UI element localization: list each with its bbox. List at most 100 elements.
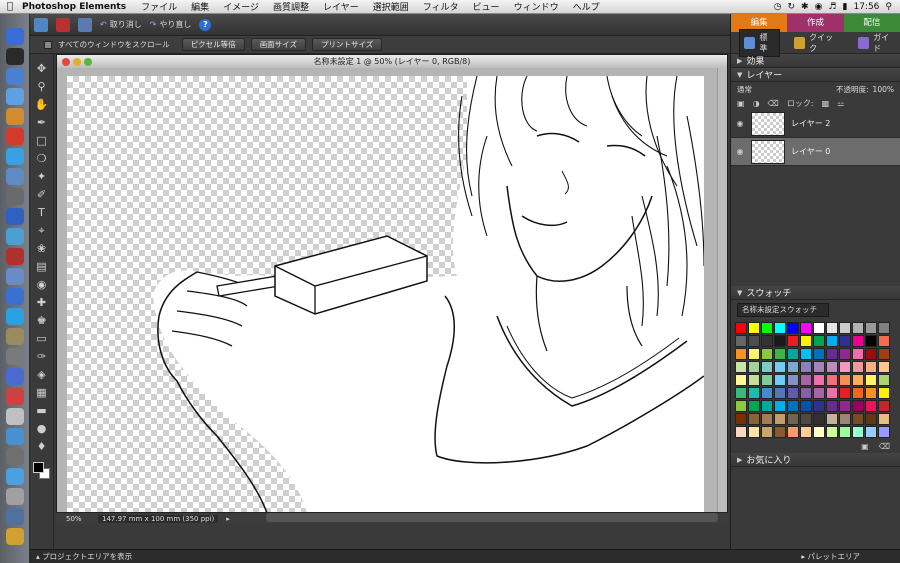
color-swatch[interactable] [787, 400, 799, 412]
color-swatch[interactable] [813, 348, 825, 360]
color-swatch[interactable] [852, 413, 864, 425]
color-swatch[interactable] [878, 426, 890, 438]
color-swatch[interactable] [852, 400, 864, 412]
color-swatch[interactable] [852, 361, 864, 373]
effects-panel-header[interactable]: ▶ 効果 [731, 54, 900, 68]
actual-pixels-button[interactable]: ピクセル等倍 [181, 38, 245, 51]
layer-row[interactable]: ◉ レイヤー 2 [731, 110, 900, 138]
color-swatch[interactable] [852, 322, 864, 334]
dock-app-icon[interactable] [5, 428, 24, 445]
bluetooth-icon[interactable]: ✱ [801, 2, 809, 12]
color-swatch[interactable] [761, 400, 773, 412]
color-swatch[interactable] [748, 348, 760, 360]
color-swatch[interactable] [839, 374, 851, 386]
color-swatch[interactable] [748, 400, 760, 412]
swatches-panel-header[interactable]: ▼ スウォッチ [731, 286, 900, 300]
color-swatch[interactable] [774, 374, 786, 386]
dock-app-icon[interactable] [5, 88, 24, 105]
color-swatch[interactable] [774, 348, 786, 360]
lasso-tool-icon[interactable]: ❍ [35, 152, 49, 166]
color-swatch[interactable] [826, 413, 838, 425]
vertical-scrollbar[interactable] [717, 68, 727, 515]
color-swatch[interactable] [735, 426, 747, 438]
marquee-tool-icon[interactable]: □ [35, 134, 49, 148]
organizer-icon[interactable] [34, 17, 48, 32]
info-menu-arrow-icon[interactable]: ▸ [226, 515, 230, 523]
save-icon[interactable] [78, 17, 92, 32]
color-swatch[interactable] [826, 322, 838, 334]
color-swatch[interactable] [865, 322, 877, 334]
lock-transparency-icon[interactable]: ▩ [822, 99, 830, 108]
color-swatch[interactable] [761, 322, 773, 334]
brush-tool-icon[interactable]: ✑ [35, 350, 49, 364]
menu-enhance[interactable]: 画質調整 [266, 0, 316, 13]
color-swatch[interactable] [761, 374, 773, 386]
color-swatch[interactable] [839, 387, 851, 399]
color-swatch[interactable] [735, 361, 747, 373]
color-swatch[interactable] [774, 400, 786, 412]
image-canvas[interactable] [67, 76, 704, 513]
scroll-all-checkbox[interactable] [44, 40, 52, 49]
spotlight-icon[interactable]: ⚲ [885, 2, 892, 12]
dock-app-icon[interactable] [5, 248, 24, 265]
wifi-icon[interactable]: ◉ [815, 2, 823, 12]
color-swatch[interactable] [865, 374, 877, 386]
cookie-cutter-icon[interactable]: ❀ [35, 242, 49, 256]
project-area-toggle[interactable]: ▴ プロジェクトエリアを表示 [36, 551, 132, 562]
dock-app-icon[interactable] [5, 268, 24, 285]
battery-icon[interactable]: ▮ [843, 2, 848, 12]
color-swatch[interactable] [865, 361, 877, 373]
color-swatch[interactable] [761, 361, 773, 373]
blend-mode-select[interactable]: 通常 [737, 84, 752, 95]
color-swatch[interactable] [735, 335, 747, 347]
color-swatch[interactable] [839, 335, 851, 347]
color-swatch[interactable] [748, 413, 760, 425]
dock-app-icon[interactable] [5, 148, 24, 165]
opacity-value[interactable]: 100% [873, 85, 894, 94]
magic-wand-tool-icon[interactable]: ✦ [35, 170, 49, 184]
menu-select[interactable]: 選択範囲 [366, 0, 416, 13]
dock-app-icon[interactable] [5, 288, 24, 305]
tab-full-edit[interactable]: 標準 [739, 28, 780, 57]
help-button[interactable]: ? [199, 18, 212, 31]
dock-app-icon[interactable] [5, 188, 24, 205]
visibility-eye-icon[interactable]: ◉ [735, 119, 745, 128]
color-swatch[interactable] [761, 335, 773, 347]
color-swatch[interactable] [813, 387, 825, 399]
menu-edit[interactable]: 編集 [184, 0, 216, 13]
clock-text[interactable]: 17:56 [853, 2, 879, 12]
dock-app-icon[interactable] [5, 228, 24, 245]
color-swatch[interactable] [800, 400, 812, 412]
color-swatch[interactable] [735, 387, 747, 399]
eraser-tool-icon[interactable]: ▭ [35, 332, 49, 346]
color-swatch[interactable] [826, 426, 838, 438]
color-swatch[interactable] [787, 413, 799, 425]
paint-bucket-icon[interactable]: ◈ [35, 368, 49, 382]
color-swatch[interactable] [774, 413, 786, 425]
straighten-tool-icon[interactable]: ▤ [35, 260, 49, 274]
color-swatch[interactable] [839, 348, 851, 360]
color-swatch[interactable] [748, 387, 760, 399]
hand-tool-icon[interactable]: ✋ [35, 98, 49, 112]
color-swatch[interactable] [800, 426, 812, 438]
swatch-set-select[interactable]: 名称未設定スウォッチ [737, 303, 829, 317]
color-swatch[interactable] [735, 413, 747, 425]
dock-app-icon[interactable] [5, 28, 24, 45]
color-swatch[interactable] [826, 361, 838, 373]
color-swatch[interactable] [826, 335, 838, 347]
color-swatch[interactable] [787, 361, 799, 373]
color-swatch[interactable] [865, 335, 877, 347]
color-swatch[interactable] [865, 413, 877, 425]
menu-image[interactable]: イメージ [216, 0, 266, 13]
foreground-color-swatch[interactable] [32, 462, 44, 473]
color-swatch[interactable] [826, 400, 838, 412]
document-info[interactable]: 147.97 mm x 100 mm (350 ppi) [98, 514, 219, 523]
gradient-tool-icon[interactable]: ▦ [35, 386, 49, 400]
menu-help[interactable]: ヘルプ [566, 0, 607, 13]
color-swatch[interactable] [774, 426, 786, 438]
app-name-menu[interactable]: Photoshop Elements [20, 2, 134, 12]
color-swatch[interactable] [852, 387, 864, 399]
color-swatch[interactable] [774, 361, 786, 373]
dock-app-icon[interactable] [5, 128, 24, 145]
color-swatch[interactable] [826, 387, 838, 399]
